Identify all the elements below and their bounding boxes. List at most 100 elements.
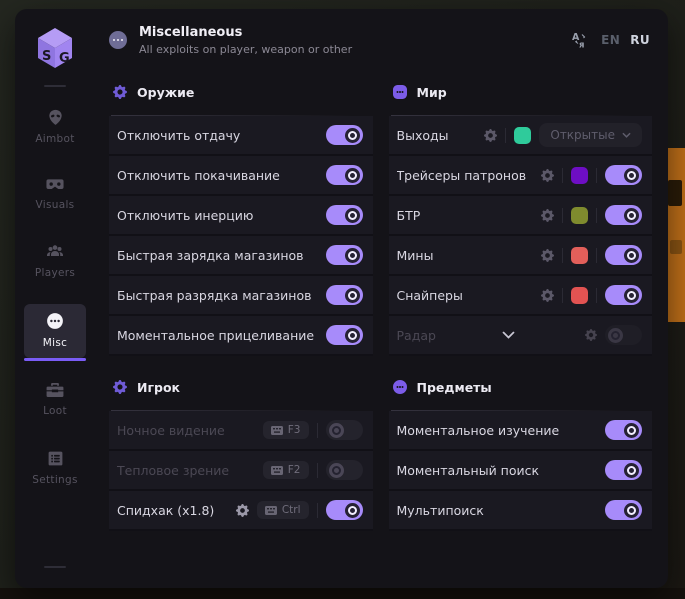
- row-mines: Мины: [389, 236, 653, 276]
- main-area: Miscellaneous All exploits on player, we…: [95, 9, 668, 588]
- sidebar-item-label: Settings: [32, 474, 77, 486]
- toggle-on[interactable]: [605, 285, 642, 305]
- color-swatch[interactable]: [571, 167, 588, 184]
- row-instant-ads: Моментальное прицеливание: [109, 316, 373, 356]
- sidebar-item-label: Misc: [43, 337, 67, 349]
- gear-section-icon: [113, 85, 127, 99]
- color-swatch[interactable]: [571, 287, 588, 304]
- left-column: Оружие Отключить отдачу Отключить покачи…: [109, 77, 373, 547]
- toggle-on[interactable]: [605, 245, 642, 265]
- sidebar-item-settings[interactable]: Settings: [24, 442, 86, 495]
- section-title: Предметы: [417, 380, 492, 395]
- toggle-on[interactable]: [326, 205, 363, 225]
- sidebar-nav: Aimbot Visuals Players: [15, 101, 95, 511]
- translate-icon[interactable]: A я: [570, 30, 591, 50]
- sidebar-divider-bottom: [44, 566, 66, 568]
- keybind-badge[interactable]: F2: [263, 461, 309, 479]
- sidebar-item-aimbot[interactable]: Aimbot: [24, 101, 86, 154]
- background-ground: [0, 588, 685, 599]
- ellipsis-circle-icon: [46, 312, 64, 330]
- page-subtitle: All exploits on player, weapon or other: [139, 43, 352, 56]
- row-exits: Выходы Открытые: [389, 116, 653, 156]
- color-swatch[interactable]: [571, 207, 588, 224]
- sidebar-item-label: Loot: [43, 405, 67, 417]
- toggle-on[interactable]: [326, 245, 363, 265]
- row-night-vision: Ночное видение F3: [109, 411, 373, 451]
- toggle-on[interactable]: [605, 165, 642, 185]
- sidebar-divider: [44, 85, 66, 87]
- page-header: Miscellaneous All exploits on player, we…: [95, 9, 668, 71]
- toggle-on[interactable]: [605, 420, 642, 440]
- toggle-on[interactable]: [605, 460, 642, 480]
- keyboard-icon: [271, 466, 283, 475]
- row-multi-loot: Мультипоиск: [389, 491, 653, 531]
- row-no-recoil: Отключить отдачу: [109, 116, 373, 156]
- expand-chevron-icon[interactable]: [502, 331, 515, 339]
- keybind-badge[interactable]: F3: [263, 421, 309, 439]
- lang-ru-button[interactable]: RU: [630, 33, 650, 47]
- section-world: Мир Выходы Открытые: [389, 77, 653, 356]
- row-btr: БТР: [389, 196, 653, 236]
- toggle-off[interactable]: [326, 420, 363, 440]
- row-speedhack: Спидхак (x1.8) Ctrl: [109, 491, 373, 531]
- section-title: Игрок: [137, 380, 180, 395]
- keyboard-icon: [271, 426, 283, 435]
- page-title: Miscellaneous: [139, 25, 352, 40]
- section-items: Предметы Моментальное изучение Моменталь…: [389, 372, 653, 531]
- gear-icon[interactable]: [236, 504, 249, 517]
- toggle-off[interactable]: [326, 460, 363, 480]
- toggle-on[interactable]: [326, 125, 363, 145]
- gear-icon[interactable]: [541, 169, 554, 182]
- row-instant-research: Моментальное изучение: [389, 411, 653, 451]
- svg-text:я: я: [579, 41, 584, 51]
- sidebar-item-loot[interactable]: Loot: [24, 374, 86, 426]
- gear-icon[interactable]: [541, 289, 554, 302]
- sidebar-item-label: Players: [35, 267, 75, 279]
- row-no-sway: Отключить покачивание: [109, 156, 373, 196]
- row-fast-unload: Быстрая разрядка магазинов: [109, 276, 373, 316]
- toggle-on[interactable]: [605, 500, 642, 520]
- sidebar-item-label: Visuals: [36, 199, 75, 211]
- sidebar-item-players[interactable]: Players: [24, 236, 86, 288]
- toggle-off[interactable]: [605, 325, 642, 345]
- exits-dropdown[interactable]: Открытые: [539, 123, 642, 147]
- section-title: Оружие: [137, 85, 194, 100]
- toolbox-icon: [46, 382, 64, 398]
- svg-text:G: G: [59, 51, 70, 66]
- toggle-on[interactable]: [605, 205, 642, 225]
- row-no-inertia: Отключить инерцию: [109, 196, 373, 236]
- sidebar-item-visuals[interactable]: Visuals: [24, 170, 86, 220]
- toggle-on[interactable]: [326, 165, 363, 185]
- gear-icon[interactable]: [585, 329, 597, 341]
- content-grid: Оружие Отключить отдачу Отключить покачи…: [95, 71, 668, 547]
- section-title: Мир: [417, 85, 447, 100]
- sidebar-item-misc[interactable]: Misc: [24, 304, 86, 358]
- section-player: Игрок Ночное видение F3: [109, 372, 373, 531]
- alien-icon: [47, 109, 64, 126]
- toggle-on[interactable]: [326, 285, 363, 305]
- row-instant-loot: Моментальный поиск: [389, 451, 653, 491]
- settings-list-icon: [47, 450, 64, 467]
- right-column: Мир Выходы Открытые: [389, 77, 653, 547]
- gear-icon[interactable]: [541, 209, 554, 222]
- color-swatch[interactable]: [571, 247, 588, 264]
- toggle-on[interactable]: [326, 325, 363, 345]
- lang-en-button[interactable]: EN: [601, 33, 620, 47]
- people-group-icon: [46, 244, 64, 260]
- world-section-icon: [393, 85, 407, 99]
- color-swatch[interactable]: [514, 127, 531, 144]
- keybind-badge[interactable]: Ctrl: [257, 501, 309, 519]
- row-thermal-vision: Тепловое зрение F2: [109, 451, 373, 491]
- app-logo-icon: S G: [33, 25, 77, 71]
- toggle-on[interactable]: [326, 500, 363, 520]
- vr-goggles-icon: [46, 178, 64, 192]
- sidebar: S G Aimbot Visuals: [15, 9, 95, 588]
- items-section-icon: [393, 380, 407, 394]
- section-weapon: Оружие Отключить отдачу Отключить покачи…: [109, 77, 373, 356]
- gear-icon[interactable]: [484, 129, 497, 142]
- gear-icon[interactable]: [541, 249, 554, 262]
- misc-ellipsis-badge-icon: [109, 31, 127, 49]
- cheat-menu-window: S G Aimbot Visuals: [15, 9, 668, 588]
- gear-section-icon: [113, 380, 127, 394]
- keyboard-icon: [265, 506, 277, 515]
